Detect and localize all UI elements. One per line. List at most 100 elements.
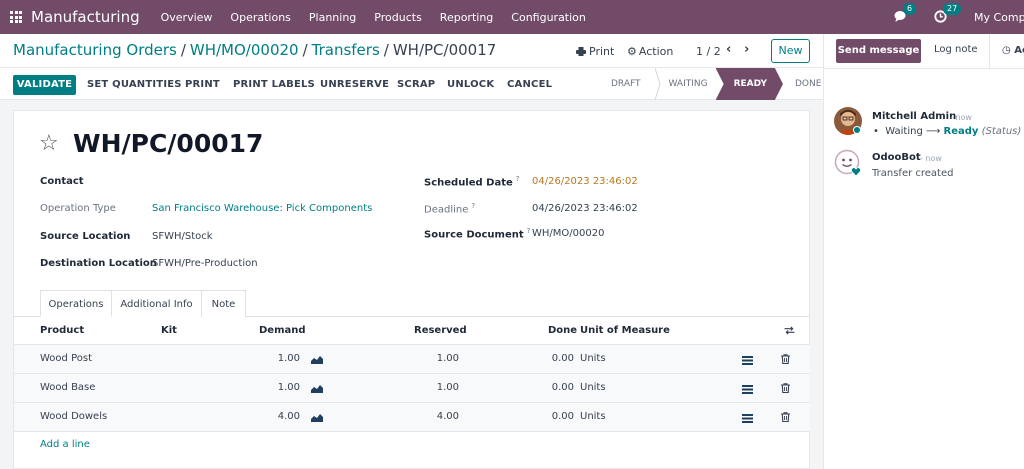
star-icon[interactable]: ☆ (39, 131, 59, 157)
stage-waiting[interactable]: WAITING (661, 68, 716, 100)
contact-label: Contact (40, 176, 84, 187)
menu-overview[interactable]: Overview (161, 11, 213, 24)
row-reserved: 1.00 (436, 353, 459, 364)
operation-type-label: Operation Type (40, 203, 116, 214)
row-demand: 1.00 (277, 353, 300, 364)
apps-menu-icon[interactable] (10, 11, 22, 23)
deadline-field[interactable]: 04/26/2023 23:46:02 (532, 203, 638, 214)
menu-operations[interactable]: Operations (230, 11, 290, 24)
row-done[interactable]: 0.00 (530, 353, 574, 364)
help-tooltip-icon[interactable]: ? (516, 175, 520, 183)
breadcrumb-mo-list[interactable]: Manufacturing Orders (13, 41, 177, 59)
row-uom: Units (580, 353, 606, 364)
column-header-reserved[interactable]: Reserved (414, 325, 467, 336)
column-header-uom[interactable]: Unit of Measure (580, 325, 670, 336)
scheduled-date-field[interactable]: 04/26/2023 23:46:02 (532, 176, 638, 187)
row-product: Wood Dowels (40, 411, 108, 422)
source-location-label: Source Location (40, 231, 131, 242)
tracking-field-name: (Status) (981, 126, 1022, 137)
column-header-done[interactable]: Done (548, 325, 577, 336)
set-quantities-button[interactable]: SET QUANTITIES (87, 75, 182, 95)
breadcrumb-current: WH/PC/00017 (392, 41, 497, 59)
trash-icon[interactable] (781, 383, 790, 393)
send-message-button[interactable]: Send message (836, 39, 921, 63)
row-reserved: 4.00 (436, 411, 459, 422)
validate-button[interactable]: VALIDATE (13, 75, 76, 95)
menu-planning[interactable]: Planning (309, 11, 356, 24)
row-done[interactable]: 0.00 (530, 411, 574, 422)
new-button[interactable]: New (771, 39, 810, 63)
operation-type-field[interactable]: San Francisco Warehouse: Pick Components (152, 203, 372, 214)
pager-value[interactable]: 1 / 2 (696, 45, 721, 58)
forecast-chart-icon[interactable] (311, 384, 323, 393)
app-name[interactable]: Manufacturing (31, 8, 140, 26)
print-labels-button[interactable]: PRINT LABELS (233, 75, 315, 95)
tab-note[interactable]: Note (201, 290, 246, 317)
detailed-operations-icon[interactable] (742, 385, 753, 394)
message-body: Transfer created (872, 168, 954, 179)
column-header-product[interactable]: Product (40, 325, 84, 336)
activities-button[interactable]: ◷ Activities (989, 34, 1024, 68)
message-date: - now (920, 154, 942, 163)
detailed-operations-icon[interactable] (742, 356, 753, 365)
message-author[interactable]: Mitchell Admin (872, 111, 956, 122)
status-bar: VALIDATE SET QUANTITIES PRINT PRINT LABE… (0, 68, 823, 100)
detailed-operations-icon[interactable] (742, 414, 753, 423)
activities-badge: 27 (943, 3, 962, 15)
menu-configuration[interactable]: Configuration (511, 11, 586, 24)
forecast-chart-icon[interactable] (311, 413, 323, 422)
tab-operations[interactable]: Operations (40, 290, 112, 317)
source-document-label: Source Document? (424, 227, 531, 241)
messages-badge: 6 (903, 3, 917, 15)
pager-previous-icon[interactable]: ‹ (726, 42, 731, 57)
add-line-link[interactable]: Add a line (40, 439, 90, 450)
clock-icon: ◷ (1002, 45, 1015, 56)
stage-draft[interactable]: DRAFT (598, 68, 655, 100)
optional-columns-icon[interactable] (784, 326, 795, 335)
pager-next-icon[interactable]: › (744, 42, 749, 57)
message-date: - now (950, 113, 972, 122)
deadline-label: Deadline? (424, 202, 476, 216)
unreserve-button[interactable]: UNRESERVE (320, 75, 389, 95)
stage-ready[interactable]: READY (715, 68, 783, 100)
messaging-menu[interactable]: 6 (894, 3, 917, 24)
breadcrumb-separator: / (180, 41, 186, 59)
chatter-panel (823, 34, 1024, 469)
source-document-field[interactable]: WH/MO/00020 (532, 228, 604, 239)
row-uom: Units (580, 382, 606, 393)
row-product: Wood Post (40, 353, 92, 364)
activity-menu[interactable]: 27 (934, 3, 962, 24)
menu-reporting[interactable]: Reporting (440, 11, 493, 24)
row-divider (14, 431, 810, 432)
breadcrumb-separator: / (302, 41, 308, 59)
row-done[interactable]: 0.00 (530, 382, 574, 393)
breadcrumb-transfers[interactable]: Transfers (312, 41, 380, 59)
activities-label: Activities (1014, 45, 1024, 56)
forecast-chart-icon[interactable] (311, 355, 323, 364)
online-status-indicator (853, 126, 861, 134)
column-header-kit[interactable]: Kit (161, 325, 177, 336)
column-header-demand[interactable]: Demand (259, 325, 306, 336)
menu-products[interactable]: Products (374, 11, 422, 24)
action-button[interactable]: ⚙ Action (627, 45, 673, 58)
top-navbar: Manufacturing Overview Operations Planni… (0, 0, 1024, 34)
row-reserved: 1.00 (436, 382, 459, 393)
help-tooltip-icon[interactable]: ? (471, 202, 475, 210)
destination-location-field[interactable]: SFWH/Pre-Production (152, 258, 258, 269)
company-switcher[interactable]: My Company (974, 11, 1024, 24)
print-button[interactable]: Print (576, 45, 614, 58)
print-status-button[interactable]: PRINT (185, 75, 220, 95)
trash-icon[interactable] (781, 412, 790, 422)
breadcrumb: Manufacturing Orders / WH/MO/00020/Transfe… (13, 41, 496, 59)
log-note-button[interactable]: Log note (934, 44, 978, 55)
unlock-button[interactable]: UNLOCK (447, 75, 494, 95)
source-location-field[interactable]: SFWH/Stock (152, 231, 213, 242)
row-uom: Units (580, 411, 606, 422)
message-author[interactable]: OdooBot (872, 152, 921, 163)
help-tooltip-icon[interactable]: ? (527, 227, 531, 235)
tab-additional-info[interactable]: Additional Info (111, 290, 202, 317)
cancel-button[interactable]: CANCEL (507, 75, 552, 95)
breadcrumb-mo-record[interactable]: WH/MO/00020 (190, 41, 299, 59)
trash-icon[interactable] (781, 354, 790, 364)
scrap-button[interactable]: SCRAP (397, 75, 435, 95)
